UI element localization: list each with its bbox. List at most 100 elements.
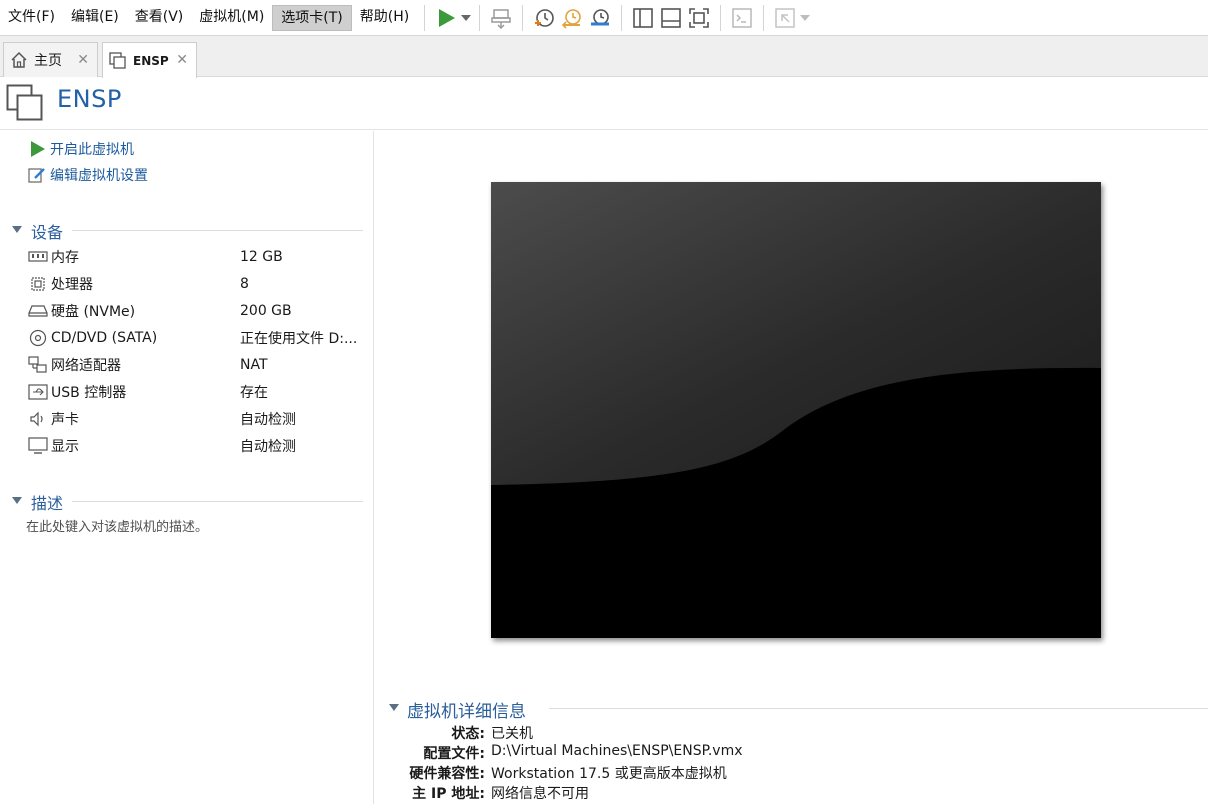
- device-row-cd-dvd[interactable]: CD/DVD (SATA) 正在使用文件 D:...: [28, 327, 363, 349]
- device-value: NAT: [240, 357, 268, 373]
- edit-settings-icon: [28, 168, 45, 183]
- processor-icon: [28, 275, 48, 293]
- show-library-button[interactable]: [629, 4, 657, 32]
- console-view-icon: [732, 7, 752, 28]
- device-value: 200 GB: [240, 303, 292, 319]
- power-on-vm-link[interactable]: 开启此虚拟机: [28, 138, 134, 160]
- tab-ensp-label: ENSP: [133, 53, 169, 68]
- cd-dvd-icon: [28, 329, 48, 347]
- detail-value: Workstation 17.5 或更高版本虚拟机: [491, 766, 727, 782]
- toolbar-separator: [479, 4, 481, 31]
- device-name: 显示: [51, 439, 79, 455]
- vm-summary-panel: 开启此虚拟机 编辑虚拟机设置 设备 内存 12 GB 处理器 8 硬盘 (NVM…: [0, 131, 374, 804]
- send-ctrl-alt-del-icon: [491, 8, 511, 29]
- menu-edit[interactable]: 编辑(E): [63, 5, 127, 31]
- menu-help[interactable]: 帮助(H): [352, 5, 417, 31]
- collapse-icon: [12, 226, 22, 233]
- close-icon[interactable]: ✕: [77, 52, 89, 68]
- hard-disk-icon: [28, 302, 48, 320]
- collapse-icon: [389, 704, 399, 711]
- fit-window-icon: [775, 7, 795, 28]
- snapshot-icon: [535, 8, 555, 27]
- full-screen-button[interactable]: [685, 4, 713, 32]
- edit-vm-settings-link[interactable]: 编辑虚拟机设置: [28, 164, 148, 186]
- device-row-sound-card[interactable]: 声卡 自动检测: [28, 408, 363, 430]
- device-name: 处理器: [51, 277, 93, 293]
- send-ctrl-alt-del-button[interactable]: [487, 4, 515, 32]
- fit-dropdown-button[interactable]: [799, 4, 811, 32]
- detail-key: 状态:: [451, 726, 485, 742]
- toolbar-separator: [621, 4, 623, 31]
- vm-screen-thumbnail: [491, 182, 1101, 638]
- device-row-usb[interactable]: USB 控制器 存在: [28, 381, 363, 403]
- power-dropdown-button[interactable]: [460, 4, 472, 32]
- console-view-button[interactable]: [728, 4, 756, 32]
- vm-header: ENSP: [0, 77, 1208, 130]
- vm-details-title: 虚拟机详细信息: [407, 697, 530, 722]
- fit-window-button[interactable]: [771, 4, 799, 32]
- device-value: 自动检测: [240, 412, 296, 428]
- tab-home[interactable]: 主页 ✕: [3, 42, 98, 77]
- menu-view[interactable]: 查看(V): [127, 5, 192, 31]
- description-section-header[interactable]: 描述: [12, 490, 363, 514]
- collapse-icon: [12, 497, 22, 504]
- chevron-down-icon: [461, 14, 472, 21]
- thumbnail-bar-icon: [661, 7, 682, 28]
- vm-screen-preview[interactable]: [491, 182, 1101, 638]
- device-row-network-adapter[interactable]: 网络适配器 NAT: [28, 354, 363, 376]
- tab-ensp[interactable]: ENSP ✕: [102, 42, 197, 78]
- detail-row-hardware-compat: 硬件兼容性: Workstation 17.5 或更高版本虚拟机: [375, 763, 1208, 783]
- vm-details-section-header[interactable]: 虚拟机详细信息: [389, 697, 1208, 722]
- network-adapter-icon: [28, 356, 48, 374]
- divider: [72, 501, 363, 502]
- power-on-button[interactable]: [432, 4, 460, 32]
- device-name: 网络适配器: [51, 358, 121, 374]
- full-screen-icon: [689, 7, 710, 28]
- detail-value: 网络信息不可用: [491, 786, 589, 802]
- revert-snapshot-button[interactable]: [558, 4, 586, 32]
- vm-title: ENSP: [57, 85, 122, 113]
- thumbnail-bar-button[interactable]: [657, 4, 685, 32]
- detail-key: 配置文件:: [423, 746, 485, 762]
- description-input[interactable]: 在此处键入对该虚拟机的描述。: [26, 516, 208, 535]
- device-value: 8: [240, 276, 249, 292]
- edit-vm-settings-label: 编辑虚拟机设置: [50, 168, 148, 184]
- device-row-memory[interactable]: 内存 12 GB: [28, 246, 363, 268]
- divider: [72, 230, 363, 231]
- take-snapshot-button[interactable]: [530, 4, 558, 32]
- detail-value: 已关机: [491, 726, 533, 742]
- play-icon: [31, 141, 45, 157]
- vm-icon: [6, 84, 43, 121]
- device-row-processor[interactable]: 处理器 8: [28, 273, 363, 295]
- home-icon: [11, 51, 27, 68]
- vm-preview-panel: 虚拟机详细信息 状态: 已关机 配置文件: D:\Virtual Machine…: [375, 131, 1208, 804]
- snapshot-manager-button[interactable]: [586, 4, 614, 32]
- sound-card-icon: [28, 410, 48, 428]
- display-icon: [28, 437, 48, 455]
- library-view-icon: [633, 7, 654, 28]
- toolbar-separator: [720, 4, 722, 31]
- device-name: 硬盘 (NVMe): [51, 304, 136, 320]
- device-name: 内存: [51, 250, 79, 266]
- devices-title: 设备: [31, 219, 68, 243]
- device-value: 正在使用文件 D:...: [240, 331, 358, 347]
- devices-section-header[interactable]: 设备: [12, 219, 363, 243]
- detail-key: 硬件兼容性:: [409, 766, 485, 782]
- detail-value[interactable]: D:\Virtual Machines\ENSP\ENSP.vmx: [491, 743, 743, 759]
- toolbar-separator: [522, 4, 524, 31]
- revert-snapshot-icon: [562, 8, 582, 29]
- memory-icon: [28, 248, 48, 266]
- play-icon: [439, 8, 456, 27]
- device-row-display[interactable]: 显示 自动检测: [28, 435, 363, 457]
- menu-vm[interactable]: 虚拟机(M): [191, 5, 272, 31]
- power-on-vm-label: 开启此虚拟机: [50, 142, 134, 158]
- device-value: 12 GB: [240, 249, 283, 265]
- device-value: 存在: [240, 385, 268, 401]
- toolbar-separator: [763, 4, 765, 31]
- device-value: 自动检测: [240, 439, 296, 455]
- device-name: USB 控制器: [51, 385, 127, 401]
- device-row-hard-disk[interactable]: 硬盘 (NVMe) 200 GB: [28, 300, 363, 322]
- close-icon[interactable]: ✕: [176, 52, 188, 68]
- menu-tabs[interactable]: 选项卡(T): [272, 4, 352, 31]
- menu-file[interactable]: 文件(F): [0, 5, 63, 31]
